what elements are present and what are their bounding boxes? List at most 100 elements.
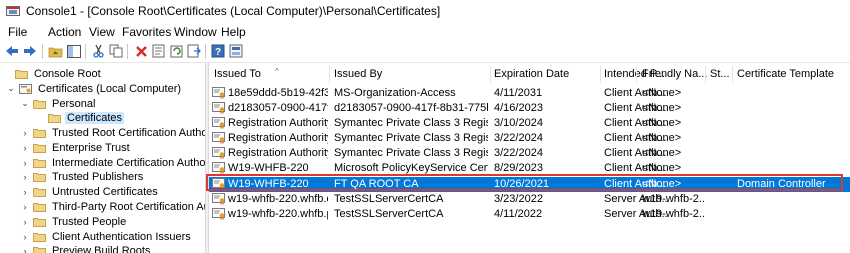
tree-item-enterprise-trust[interactable]: › Enterprise Trust [20, 140, 132, 155]
column-header-issued-to[interactable]: Issued To ^ [214, 67, 279, 80]
table-row[interactable]: d2183057-0900-417f-8... d2183057-0900-41… [209, 101, 850, 116]
expand-icon[interactable]: › [20, 217, 30, 227]
certificate-icon [212, 102, 225, 114]
certificate-icon [212, 193, 225, 205]
cell-friendly-name: w19-whfb-2... [642, 208, 704, 220]
cell-expiration-date: 3/22/2024 [494, 132, 543, 144]
tree-label: Enterprise Trust [52, 141, 130, 154]
svg-text:?: ? [215, 47, 221, 58]
folder-icon [33, 232, 46, 242]
tree-item-trusted-root[interactable]: › Trusted Root Certification Authoriti [20, 125, 206, 140]
tree-item-console-root[interactable]: Console Root [2, 66, 103, 81]
window-title: Console1 - [Console Root\Certificates (L… [26, 4, 441, 18]
help-icon[interactable]: ? [210, 43, 226, 59]
table-row[interactable]: Registration Authority... Symantec Priva… [209, 131, 850, 146]
menu-window[interactable]: Window [174, 25, 217, 39]
table-row-selected[interactable]: W19-WHFB-220 FT QA ROOT CA 10/26/2021 Cl… [209, 177, 850, 192]
tree-label: Personal [52, 97, 96, 110]
table-row[interactable]: 18e59ddd-5b19-42f3-... MS-Organization-A… [209, 86, 850, 101]
cell-issued-to: W19-WHFB-220 [228, 162, 309, 174]
table-row[interactable]: w19-whfb-220.whfb.p... TestSSLServerCert… [209, 207, 850, 222]
column-header-status[interactable]: St... [710, 68, 730, 80]
copy-icon[interactable] [108, 43, 124, 59]
cell-expiration-date: 4/11/2031 [494, 87, 543, 99]
certificate-icon [212, 147, 225, 159]
menu-view[interactable]: View [89, 25, 115, 39]
cut-icon[interactable] [90, 43, 106, 59]
expand-icon[interactable]: › [20, 158, 30, 168]
toolbar: ? [0, 40, 850, 63]
tree-item-intermediate-ca[interactable]: › Intermediate Certification Authoriti [20, 155, 206, 170]
expand-icon[interactable]: › [20, 232, 30, 242]
cell-issued-by: Symantec Private Class 3 Registrat... [334, 117, 488, 129]
expand-icon[interactable]: › [20, 202, 30, 212]
cell-issued-to: d2183057-0900-417f-8... [228, 102, 328, 114]
tree-label: Untrusted Certificates [52, 185, 158, 198]
table-row[interactable]: Registration Authority... Symantec Priva… [209, 116, 850, 131]
up-folder-icon[interactable] [47, 43, 63, 59]
cell-friendly-name: <None> [642, 102, 682, 114]
table-row[interactable]: Registration Authority... Symantec Priva… [209, 146, 850, 161]
export-icon[interactable] [186, 43, 202, 59]
column-header-friendly-name[interactable]: Friendly Na... [642, 68, 707, 80]
console-tree: Console Root ⌄ Certificates (Local Compu… [0, 63, 205, 253]
folder-icon [33, 202, 46, 212]
certificate-icon [212, 117, 225, 129]
certificate-icon [212, 87, 225, 99]
table-row[interactable]: W19-WHFB-220 Microsoft PolicyKeyService … [209, 161, 850, 176]
cell-expiration-date: 3/22/2024 [494, 147, 543, 159]
tree-item-personal[interactable]: ⌄ Personal [20, 96, 97, 111]
column-header-certificate-template[interactable]: Certificate Template [737, 68, 834, 80]
column-header-issued-by[interactable]: Issued By [334, 68, 382, 80]
menu-bar: File Action View Favorites Window Help [0, 22, 850, 40]
properties-icon[interactable] [151, 43, 167, 59]
certificate-icon [212, 178, 225, 190]
table-row[interactable]: w19-whfb-220.whfb.d... TestSSLServerCert… [209, 192, 850, 207]
expand-icon[interactable]: › [20, 143, 30, 153]
folder-open-icon [48, 113, 61, 123]
tree-item-trusted-publishers[interactable]: › Trusted Publishers [20, 169, 145, 184]
tree-label: Console Root [34, 67, 101, 80]
folder-icon [33, 187, 46, 197]
cell-friendly-name: <None> [642, 87, 682, 99]
cell-expiration-date: 3/10/2024 [494, 117, 543, 129]
cell-issued-by: MS-Organization-Access [334, 87, 456, 99]
forward-arrow-icon[interactable] [22, 43, 38, 59]
title-bar: Console1 - [Console Root\Certificates (L… [0, 0, 850, 22]
menu-action[interactable]: Action [48, 25, 81, 39]
expand-icon[interactable]: › [20, 246, 30, 253]
expand-icon[interactable]: › [20, 172, 30, 182]
collapse-icon[interactable]: ⌄ [20, 98, 30, 109]
show-hide-tree-icon[interactable] [66, 43, 82, 59]
tree-item-client-auth-issuers[interactable]: › Client Authentication Issuers [20, 229, 193, 244]
tree-label: Third-Party Root Certification Autho [52, 200, 205, 213]
cell-friendly-name: <None> [642, 162, 682, 174]
folder-icon [33, 246, 46, 253]
refresh-icon[interactable] [169, 43, 185, 59]
mmc-icon[interactable] [228, 43, 244, 59]
cell-expiration-date: 3/23/2022 [494, 193, 543, 205]
menu-help[interactable]: Help [221, 25, 246, 39]
expand-icon[interactable]: › [20, 128, 30, 138]
tree-item-certificates[interactable]: Certificates [35, 110, 125, 125]
tree-item-trusted-people[interactable]: › Trusted People [20, 214, 128, 229]
tree-item-third-party-root[interactable]: › Third-Party Root Certification Autho [20, 199, 206, 214]
tree-item-certificates-local[interactable]: ⌄ Certificates (Local Computer) [6, 81, 183, 96]
cell-issued-by: TestSSLServerCertCA [334, 208, 444, 220]
menu-favorites[interactable]: Favorites [122, 25, 171, 39]
collapse-icon[interactable]: ⌄ [6, 83, 16, 94]
certificate-icon [212, 132, 225, 144]
column-header-expiration-date[interactable]: Expiration Date [494, 68, 569, 80]
cell-issued-by: TestSSLServerCertCA [334, 193, 444, 205]
folder-icon [15, 69, 28, 79]
cell-issued-by: FT QA ROOT CA [334, 178, 419, 190]
delete-icon[interactable] [133, 43, 149, 59]
cell-issued-to: Registration Authority... [228, 117, 328, 129]
menu-file[interactable]: File [8, 25, 27, 39]
tree-item-preview-build-roots[interactable]: › Preview Build Roots [20, 243, 152, 253]
cell-issued-to: W19-WHFB-220 [228, 178, 309, 190]
folder-icon [33, 217, 46, 227]
back-arrow-icon[interactable] [4, 43, 20, 59]
expand-icon[interactable]: › [20, 187, 30, 197]
tree-item-untrusted[interactable]: › Untrusted Certificates [20, 184, 160, 199]
